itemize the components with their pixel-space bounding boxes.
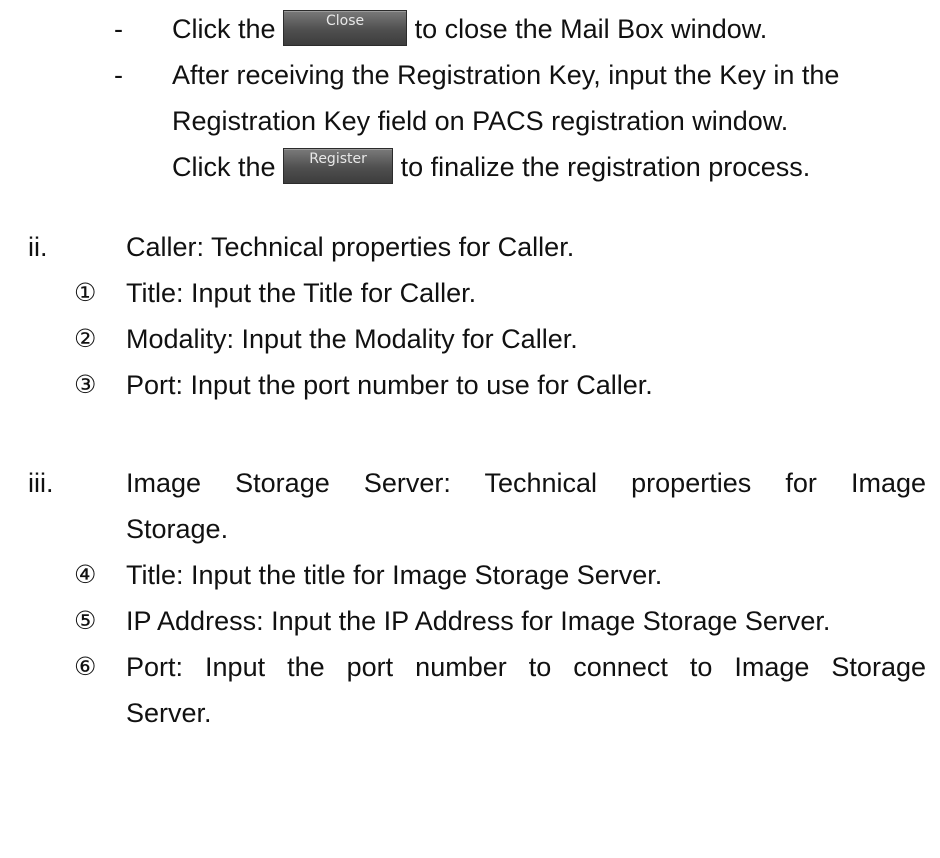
instruction-text: Registration Key field on PACS registrat…: [172, 106, 789, 136]
list-item: Title: Input the title for Image Storage…: [126, 560, 663, 590]
instruction-text: Click the: [172, 152, 276, 182]
list-item: Title: Input the Title for Caller.: [126, 278, 477, 308]
instruction-text: After receiving the Registration Key, in…: [172, 60, 840, 90]
register-button[interactable]: Register: [283, 147, 394, 184]
item-marker: ④: [74, 560, 97, 589]
instruction-register: Click the Register to finalize the regis…: [172, 147, 811, 187]
section-heading-continuation: Storage.: [126, 514, 229, 544]
section-heading: Image Storage Server: Technical properti…: [126, 468, 926, 498]
section-heading: Caller: Technical properties for Caller.: [126, 232, 575, 262]
dash-marker: -: [114, 14, 123, 44]
section-numeral: iii.: [28, 468, 54, 498]
instruction-text: to finalize the registration process.: [400, 152, 811, 182]
close-button[interactable]: Close: [283, 9, 408, 46]
list-item: IP Address: Input the IP Address for Ima…: [126, 606, 831, 636]
section-numeral: ii.: [28, 232, 48, 262]
list-item: Port: Input the port number to connect t…: [126, 652, 926, 682]
list-item-continuation: Server.: [126, 698, 212, 728]
dash-marker: -: [114, 60, 123, 90]
list-item: Port: Input the port number to use for C…: [126, 370, 653, 400]
instruction-text: Click the: [172, 14, 276, 44]
instruction-text: to close the Mail Box window.: [414, 14, 768, 44]
item-marker: ⑤: [74, 606, 97, 635]
instruction-close: Click the Close to close the Mail Box wi…: [172, 9, 768, 49]
item-marker: ①: [74, 278, 97, 307]
item-marker: ③: [74, 370, 97, 399]
item-marker: ②: [74, 324, 97, 353]
list-item: Modality: Input the Modality for Caller.: [126, 324, 578, 354]
item-marker: ⑥: [74, 652, 97, 681]
